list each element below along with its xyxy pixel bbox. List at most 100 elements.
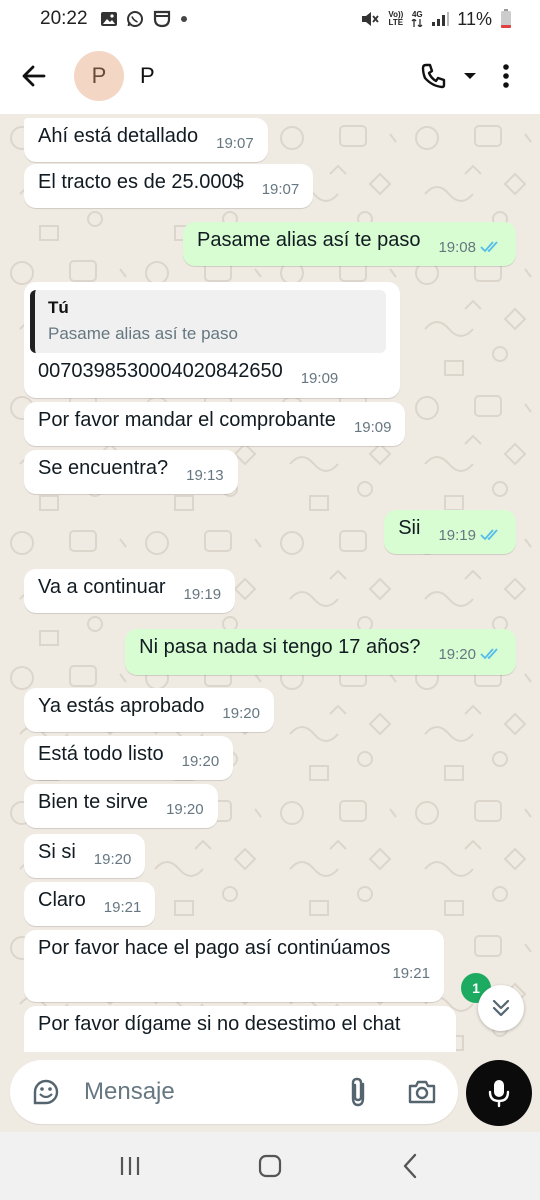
message-incoming[interactable]: Ahí está detallado 19:07 <box>24 118 268 162</box>
avatar[interactable]: P <box>74 51 124 101</box>
message-time: 19:19 <box>183 586 222 603</box>
message-text: Ni pasa nada si tengo 17 años? <box>139 636 421 658</box>
back-button[interactable] <box>4 38 64 114</box>
status-left: 20:22 <box>40 8 188 30</box>
message-incoming-reply[interactable]: Tú Pasame alias así te paso 007039853000… <box>24 282 400 398</box>
message-time: 19:09 <box>353 419 392 436</box>
read-ticks-icon <box>480 524 502 548</box>
message-incoming[interactable]: Se encuentra? 19:13 <box>24 450 238 494</box>
message-incoming[interactable]: Por favor hace el pago así continúamos 1… <box>24 930 444 1002</box>
battery-percent: 11% <box>457 8 492 29</box>
message-incoming[interactable]: Claro 19:21 <box>24 882 156 926</box>
message-text: Por favor mandar el comprobante <box>38 409 336 431</box>
paperclip-icon <box>351 1077 365 1107</box>
message-text: Ahí está detallado <box>38 125 199 147</box>
scroll-to-bottom-button[interactable] <box>478 985 524 1031</box>
message-incoming[interactable]: Bien te sirve 19:20 <box>24 784 218 828</box>
home-button[interactable] <box>240 1136 300 1196</box>
quote-author: Tú <box>48 298 69 317</box>
message-time: 19:20 <box>438 646 476 663</box>
signal-icon <box>431 11 450 27</box>
quote-text: Pasame alias así te paso <box>48 324 238 343</box>
message-time: 19:20 <box>222 705 260 722</box>
message-incoming[interactable]: Ya estás aprobado 19:20 <box>24 688 274 732</box>
message-time: 19:07 <box>261 181 300 198</box>
read-ticks-icon <box>480 236 502 260</box>
message-input[interactable] <box>84 1078 334 1106</box>
message-time: 19:20 <box>93 851 132 868</box>
compose-bar <box>0 1052 540 1132</box>
sticker-icon <box>33 1079 59 1105</box>
call-options-dropdown[interactable] <box>458 56 482 96</box>
message-text: Bien te sirve <box>38 791 149 813</box>
message-outgoing[interactable]: Pasame alias así te paso 19:08 <box>182 222 516 266</box>
recent-apps-button[interactable] <box>100 1136 160 1196</box>
message-text: Si si <box>38 841 76 863</box>
message-outgoing[interactable]: Sii 19:19 <box>384 510 516 554</box>
message-text: Está todo listo <box>38 743 164 765</box>
message-time: 19:20 <box>181 753 220 770</box>
message-time: 19:21 <box>103 899 142 916</box>
gallery-icon <box>100 11 118 27</box>
message-text: Se encuentra? <box>38 457 169 479</box>
notification-app-icon <box>152 10 172 28</box>
network-4g-label: 4G <box>411 10 423 19</box>
message-text: Ya estás aprobado <box>38 695 205 717</box>
message-time: 19:09 <box>300 370 339 387</box>
more-options-button[interactable] <box>486 56 526 96</box>
double-chevron-down-icon <box>492 999 510 1017</box>
lte-label: LTE <box>388 18 404 27</box>
message-text: 0070398530004020842650 <box>38 360 283 382</box>
status-right: Vo)) LTE 4G 11% <box>360 9 512 30</box>
call-button[interactable] <box>414 56 454 96</box>
microphone-icon <box>488 1080 510 1108</box>
dot-icon <box>180 15 188 23</box>
message-text: El tracto es de 25.000$ <box>38 171 244 193</box>
sticker-button[interactable] <box>24 1070 68 1114</box>
message-incoming[interactable]: Por favor mandar el comprobante 19:09 <box>24 402 406 446</box>
system-nav-bar <box>0 1132 540 1200</box>
message-text: Claro <box>38 889 86 911</box>
header-actions <box>414 56 526 96</box>
message-incoming[interactable]: Si si 19:20 <box>24 834 146 878</box>
compose-pill <box>10 1060 458 1124</box>
message-time: 19:07 <box>216 135 254 152</box>
more-vert-icon <box>503 64 509 88</box>
chat-header: P P <box>0 38 540 114</box>
status-time: 20:22 <box>40 8 88 29</box>
camera-button[interactable] <box>400 1070 444 1114</box>
message-text: Va a continuar <box>38 576 166 598</box>
chat-area[interactable]: Ahí está detallado 19:07 El tracto es de … <box>0 114 540 1052</box>
message-time: 19:20 <box>166 801 204 818</box>
quoted-message[interactable]: Tú Pasame alias así te paso <box>30 290 386 353</box>
message-text: Pasame alias así te paso <box>196 229 421 251</box>
camera-icon <box>408 1080 436 1104</box>
mute-icon <box>360 10 380 28</box>
back-arrow-icon <box>22 65 46 87</box>
message-text: Por favor hace el pago así continúamos <box>38 937 391 959</box>
read-ticks-icon <box>480 643 502 667</box>
recent-apps-icon <box>120 1157 140 1175</box>
message-time: 19:13 <box>186 467 224 484</box>
home-icon <box>258 1154 282 1178</box>
message-incoming[interactable]: Va a continuar 19:19 <box>24 569 236 613</box>
volte-indicator: Vo)) LTE <box>388 11 403 27</box>
back-nav-button[interactable] <box>380 1136 440 1196</box>
message-incoming[interactable]: El tracto es de 25.000$ 19:07 <box>24 164 314 208</box>
caret-down-icon <box>464 73 476 79</box>
message-incoming[interactable]: Está todo listo 19:20 <box>24 736 234 780</box>
message-time: 19:19 <box>438 527 476 544</box>
network-4g-indicator: 4G <box>411 11 423 27</box>
message-incoming[interactable]: Por favor dígame si no desestimo el chat <box>24 1006 456 1052</box>
back-chevron-icon <box>403 1153 417 1179</box>
message-text: Por favor dígame si no desestimo el chat <box>38 1013 401 1035</box>
contact-name[interactable]: P <box>140 63 155 89</box>
battery-icon <box>500 9 512 29</box>
message-time: 19:21 <box>392 965 430 982</box>
message-time: 19:08 <box>438 239 476 256</box>
message-outgoing[interactable]: Ni pasa nada si tengo 17 años? 19:20 <box>125 629 516 675</box>
message-text: Sii <box>398 517 421 539</box>
attach-button[interactable] <box>336 1070 380 1114</box>
whatsapp-icon <box>126 10 144 28</box>
voice-message-button[interactable] <box>466 1060 532 1126</box>
